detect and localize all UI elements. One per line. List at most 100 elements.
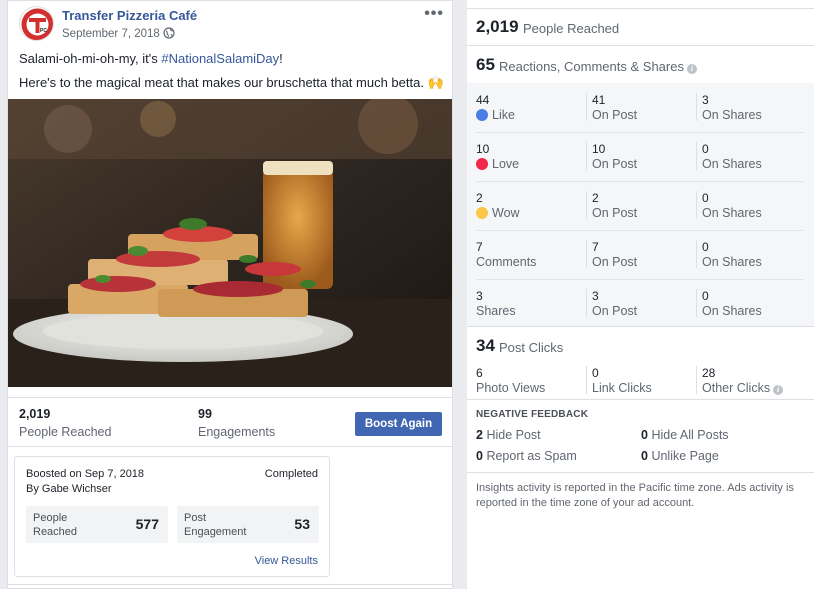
- reaction-grid-label-text: On Post: [592, 255, 638, 269]
- other-clicks-label-text: Other Clicks: [702, 381, 771, 395]
- like-reaction-icon: [476, 109, 488, 121]
- reaction-grid-label-text: Love: [492, 157, 520, 171]
- engagements-label: Engagements: [198, 425, 276, 439]
- info-icon[interactable]: i: [686, 64, 697, 74]
- reaction-grid-cell: 0 On Shares: [702, 191, 762, 221]
- reaction-grid-label: On Post: [592, 254, 637, 270]
- report-spam-label: Report as Spam: [486, 449, 577, 463]
- post-stats-bar: 2,019 People Reached 99 Engagements Boos…: [8, 397, 452, 447]
- page-name-link[interactable]: Transfer Pizzeria Café: [62, 8, 197, 23]
- divider: [476, 279, 804, 280]
- boost-metric-post-engagement: Post Engagement 53: [177, 506, 319, 543]
- reaction-grid-label-text: Wow: [492, 206, 520, 220]
- divider: [476, 181, 804, 182]
- hashtag-link[interactable]: #NationalSalamiDay: [161, 51, 279, 66]
- divider: [696, 289, 697, 317]
- reaction-grid-value: 7: [476, 240, 483, 254]
- hide-post-label: Hide Post: [486, 428, 541, 442]
- reaction-grid-label-text: Comments: [476, 255, 537, 269]
- reaction-grid-label-text: On Post: [592, 304, 638, 318]
- reaction-grid-cell: 0 On Shares: [702, 142, 762, 172]
- post-clicks-value: 34: [476, 336, 495, 355]
- more-options-icon[interactable]: •••: [424, 5, 444, 23]
- reaction-grid-cell: 0 On Shares: [702, 240, 762, 270]
- reaction-grid-label-text: On Post: [592, 108, 638, 122]
- view-results-link[interactable]: View Results: [255, 555, 318, 567]
- other-clicks-cell: 28 Other Clicks i: [702, 366, 784, 396]
- unlike-page-value: 0: [641, 449, 648, 463]
- reaction-grid-label: On Shares: [702, 254, 762, 270]
- divider: [476, 230, 804, 231]
- reaction-grid-value: 2: [592, 191, 599, 205]
- reaction-grid-value: 10: [476, 142, 490, 156]
- other-clicks-label: Other Clicks i: [702, 380, 784, 396]
- photo-views-value: 6: [476, 366, 483, 380]
- link-clicks-value: 0: [592, 366, 599, 380]
- reaction-grid-value: 2: [476, 191, 483, 205]
- reaction-grid-label-text: On Post: [592, 206, 638, 220]
- page-avatar[interactable]: PC: [19, 6, 54, 41]
- reaction-grid-label: On Shares: [702, 156, 762, 172]
- reaction-grid-cell: 2 Wow: [476, 191, 520, 221]
- reaction-grid-value: 0: [702, 240, 709, 254]
- reaction-grid-cell: 7 On Post: [592, 240, 637, 270]
- reaction-grid-label-text: On Shares: [702, 206, 762, 220]
- reaction-grid-label-text: On Shares: [702, 304, 762, 318]
- reaction-grid-cell: 41 On Post: [592, 93, 637, 123]
- divider: [586, 142, 587, 170]
- report-spam-stat: 0 Report as Spam: [476, 449, 577, 463]
- people-reached-label: People Reached: [19, 425, 112, 439]
- post-clicks-label: Post Clicks: [499, 340, 564, 355]
- hide-post-stat: 2 Hide Post: [476, 428, 541, 442]
- post-photo[interactable]: [8, 99, 452, 387]
- reaction-grid-value: 41: [592, 93, 606, 107]
- reaction-grid-cell: 2 On Post: [592, 191, 637, 221]
- photo-views-label: Photo Views: [476, 381, 546, 395]
- reaction-grid-value: 0: [702, 142, 709, 156]
- boost-metric-value: 577: [135, 516, 159, 532]
- insights-panel: 2,019 People Reached 65 Reactions, Comme…: [467, 0, 835, 589]
- reaction-grid-value: 44: [476, 93, 490, 107]
- reaction-grid-value: 0: [702, 289, 709, 303]
- divider: [8, 584, 452, 585]
- divider: [467, 472, 814, 473]
- unlike-page-label: Unlike Page: [651, 449, 719, 463]
- reaction-grid-value: 3: [476, 289, 483, 303]
- reaction-grid-label: On Post: [592, 107, 637, 123]
- reaction-grid-value: 7: [592, 240, 599, 254]
- people-reached-value: 2,019: [19, 407, 51, 421]
- post-text-line2: Here's to the magical meat that makes ou…: [19, 75, 444, 90]
- reaction-grid-label: Like: [476, 107, 515, 123]
- reaction-grid-label: Shares: [476, 303, 516, 319]
- reaction-grid-label: Comments: [476, 254, 536, 270]
- divider: [696, 191, 697, 219]
- reaction-grid-cell: 10 On Post: [592, 142, 637, 172]
- reaction-grid-label: On Shares: [702, 205, 762, 221]
- post-text-prefix: Salami-oh-mi-oh-my, it's: [19, 51, 162, 66]
- post-header: PC Transfer Pizzeria Café September 7, 2…: [8, 1, 452, 47]
- divider: [696, 240, 697, 268]
- reaction-grid-value: 3: [592, 289, 599, 303]
- reaction-grid-label: On Post: [592, 303, 637, 319]
- hide-all-posts-stat: 0 Hide All Posts: [641, 428, 729, 442]
- boost-again-button[interactable]: Boost Again: [355, 412, 442, 436]
- divider: [467, 399, 814, 400]
- reaction-grid-label-text: On Shares: [702, 108, 762, 122]
- info-icon[interactable]: i: [773, 385, 784, 395]
- link-clicks-label: Link Clicks: [592, 381, 652, 395]
- rcs-value: 65: [476, 55, 495, 74]
- love-reaction-icon: [476, 158, 488, 170]
- globe-icon: [163, 27, 175, 39]
- reaction-grid-label-text: Like: [492, 108, 515, 122]
- post-text-line1: Salami-oh-mi-oh-my, it's #NationalSalami…: [19, 51, 283, 66]
- post-date[interactable]: September 7, 2018: [62, 28, 160, 40]
- post-text-suffix: !: [279, 51, 283, 66]
- reaction-grid-value: 10: [592, 142, 606, 156]
- reaction-grid-value: 0: [702, 191, 709, 205]
- boost-metric-value: 53: [294, 516, 310, 532]
- hide-post-value: 2: [476, 428, 483, 442]
- rcs-label-text: Reactions, Comments & Shares: [499, 59, 684, 74]
- reach-value: 2,019: [476, 17, 519, 36]
- reaction-grid-label-text: On Shares: [702, 157, 762, 171]
- photo-views-cell: 6 Photo Views: [476, 366, 545, 396]
